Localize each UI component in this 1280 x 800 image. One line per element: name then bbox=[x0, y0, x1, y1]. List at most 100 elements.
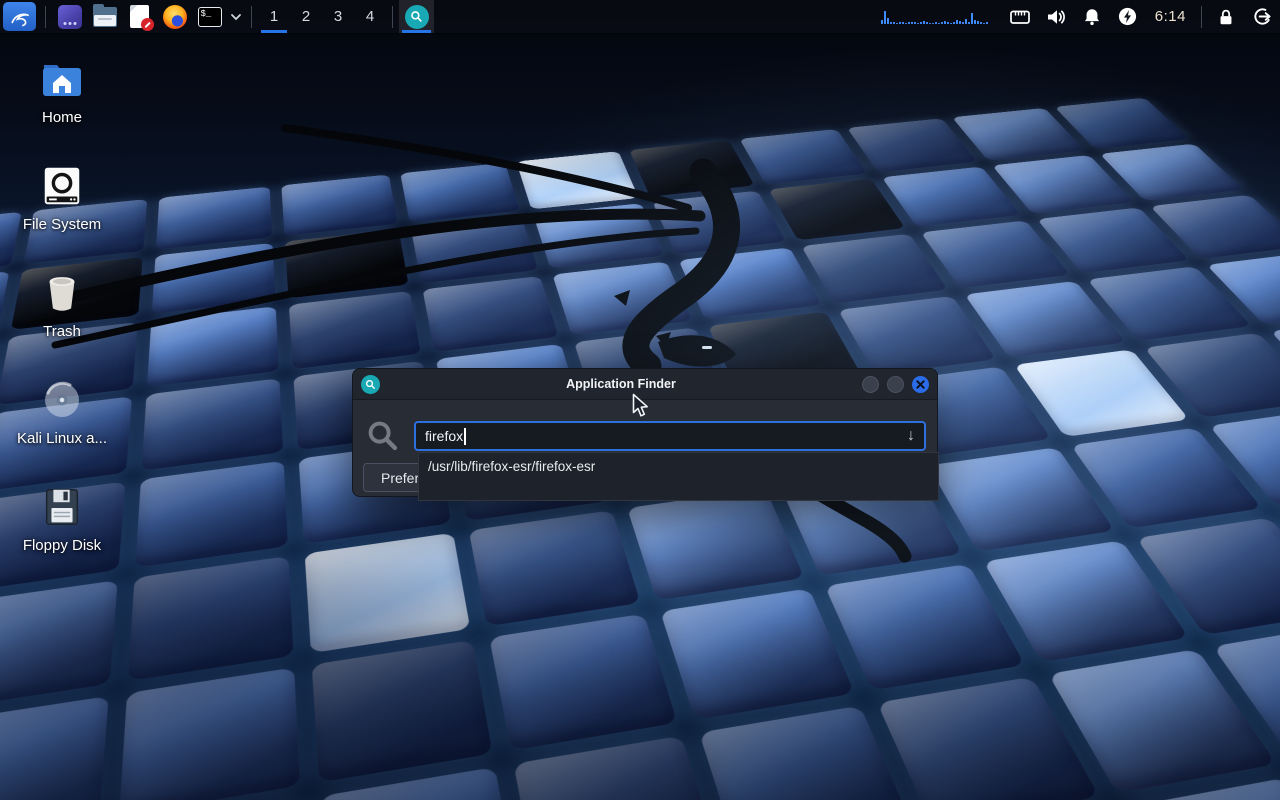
panel-separator bbox=[45, 6, 46, 28]
history-dropdown-arrow-icon[interactable]: ↓ bbox=[907, 428, 915, 444]
workspace-4[interactable]: 4 bbox=[354, 0, 386, 33]
text-caret bbox=[464, 428, 466, 445]
window-app-finder-icon bbox=[361, 375, 380, 394]
home-folder-icon bbox=[36, 54, 88, 104]
panel-separator bbox=[1201, 6, 1202, 28]
wallpaper-cube bbox=[627, 488, 804, 600]
trash-icon bbox=[36, 268, 88, 318]
wallpaper-cube bbox=[838, 296, 996, 375]
disc-icon bbox=[36, 375, 88, 425]
wallpaper-cube bbox=[739, 129, 867, 184]
notifications-tray-button[interactable] bbox=[1074, 0, 1110, 33]
terminal-dropdown-toggle[interactable] bbox=[227, 0, 245, 33]
workspace-2[interactable]: 2 bbox=[290, 0, 322, 33]
wallpaper-cube bbox=[652, 191, 786, 255]
window-title: Application Finder bbox=[380, 377, 862, 391]
wallpaper-cube bbox=[156, 187, 272, 250]
wallpaper-cube bbox=[847, 118, 977, 172]
search-input-value: firefox bbox=[425, 428, 463, 444]
wallpaper-cube bbox=[516, 151, 639, 209]
clock[interactable]: 6:14 bbox=[1155, 8, 1186, 25]
desktop-item-filesystem[interactable]: File System bbox=[12, 161, 112, 268]
network-icon bbox=[1009, 8, 1031, 26]
wallpaper-cube bbox=[289, 291, 421, 369]
close-icon bbox=[916, 380, 925, 389]
desktop-item-label: Trash bbox=[43, 323, 81, 340]
cpu-load-graph[interactable] bbox=[881, 9, 988, 24]
launcher-terminal[interactable]: $_ bbox=[192, 0, 227, 33]
wallpaper-cube bbox=[552, 262, 692, 336]
wallpaper-cube bbox=[533, 203, 664, 268]
wallpaper-cube bbox=[147, 306, 279, 387]
system-tray: 6:14 bbox=[881, 0, 1280, 33]
search-input[interactable]: firefox ↓ bbox=[414, 421, 926, 451]
logout-button[interactable] bbox=[1244, 0, 1280, 33]
launcher-text-editor[interactable] bbox=[122, 0, 157, 33]
wallpaper-cube bbox=[660, 588, 855, 720]
desktop-item-label: Kali Linux a... bbox=[17, 430, 107, 447]
app-grid-icon bbox=[58, 5, 82, 29]
top-panel: $_ 1 2 3 4 bbox=[0, 0, 1280, 33]
wallpaper-cube bbox=[629, 140, 754, 197]
power-manager-tray-button[interactable] bbox=[1110, 0, 1146, 33]
wallpaper-cube bbox=[489, 614, 677, 751]
minimize-button[interactable] bbox=[862, 376, 879, 393]
wallpaper-cube bbox=[0, 696, 109, 800]
wallpaper-cube bbox=[119, 667, 300, 800]
launcher-file-manager[interactable] bbox=[87, 0, 122, 33]
wallpaper-cube bbox=[152, 243, 276, 314]
wallpaper-cube bbox=[312, 640, 493, 782]
desktop-item-kali-cd[interactable]: Kali Linux a... bbox=[12, 375, 112, 482]
bell-icon bbox=[1082, 7, 1102, 27]
app-finder-taskbar-button[interactable] bbox=[399, 0, 434, 33]
file-manager-icon bbox=[93, 7, 117, 27]
kali-logo-icon bbox=[9, 6, 31, 28]
desktop-item-label: File System bbox=[23, 216, 101, 233]
search-icon bbox=[366, 419, 400, 453]
launcher-firefox[interactable] bbox=[157, 0, 192, 33]
wallpaper-cube bbox=[423, 276, 559, 352]
wallpaper-cube bbox=[769, 178, 906, 240]
wallpaper-cube bbox=[679, 247, 822, 319]
lock-icon bbox=[1216, 7, 1236, 27]
launcher-app-grid[interactable] bbox=[52, 0, 87, 33]
network-tray-button[interactable] bbox=[1002, 0, 1038, 33]
volume-icon bbox=[1045, 7, 1067, 27]
completion-result[interactable]: /usr/lib/firefox-esr/firefox-esr bbox=[428, 459, 929, 474]
applications-menu-button[interactable] bbox=[3, 2, 36, 31]
desktop-item-floppy[interactable]: Floppy Disk bbox=[12, 482, 112, 589]
volume-tray-button[interactable] bbox=[1038, 0, 1074, 33]
wallpaper-cube bbox=[469, 510, 641, 626]
completion-dropdown: /usr/lib/firefox-esr/firefox-esr bbox=[418, 452, 939, 501]
wallpaper-cube bbox=[142, 378, 284, 470]
wallpaper-cube bbox=[0, 271, 9, 346]
terminal-icon: $_ bbox=[198, 7, 222, 27]
close-button[interactable] bbox=[912, 376, 929, 393]
logout-power-icon bbox=[1252, 6, 1273, 27]
panel-separator bbox=[392, 6, 393, 28]
desktop-item-label: Floppy Disk bbox=[23, 537, 101, 554]
chevron-down-icon bbox=[230, 12, 242, 22]
panel-separator bbox=[251, 6, 252, 28]
mouse-cursor bbox=[632, 393, 650, 419]
wallpaper-cube bbox=[513, 736, 721, 800]
power-bolt-icon bbox=[1117, 6, 1138, 27]
desktop-root: Home File System bbox=[0, 0, 1280, 800]
wallpaper-cube bbox=[0, 580, 118, 710]
wallpaper-cube bbox=[400, 163, 520, 223]
desktop-item-trash[interactable]: Trash bbox=[12, 268, 112, 375]
desktop-icon-list: Home File System bbox=[12, 54, 112, 589]
firefox-icon bbox=[163, 5, 187, 29]
floppy-icon bbox=[36, 482, 88, 532]
wallpaper-cube bbox=[135, 461, 288, 568]
workspace-3[interactable]: 3 bbox=[322, 0, 354, 33]
wallpaper-cube bbox=[699, 706, 915, 800]
maximize-button[interactable] bbox=[887, 376, 904, 393]
wallpaper-cube bbox=[281, 175, 397, 236]
workspace-1[interactable]: 1 bbox=[258, 0, 290, 33]
lock-screen-button[interactable] bbox=[1208, 0, 1244, 33]
hard-drive-icon bbox=[36, 161, 88, 211]
desktop-item-label: Home bbox=[42, 109, 82, 126]
wallpaper-cube bbox=[128, 556, 294, 681]
desktop-item-home[interactable]: Home bbox=[12, 54, 112, 161]
